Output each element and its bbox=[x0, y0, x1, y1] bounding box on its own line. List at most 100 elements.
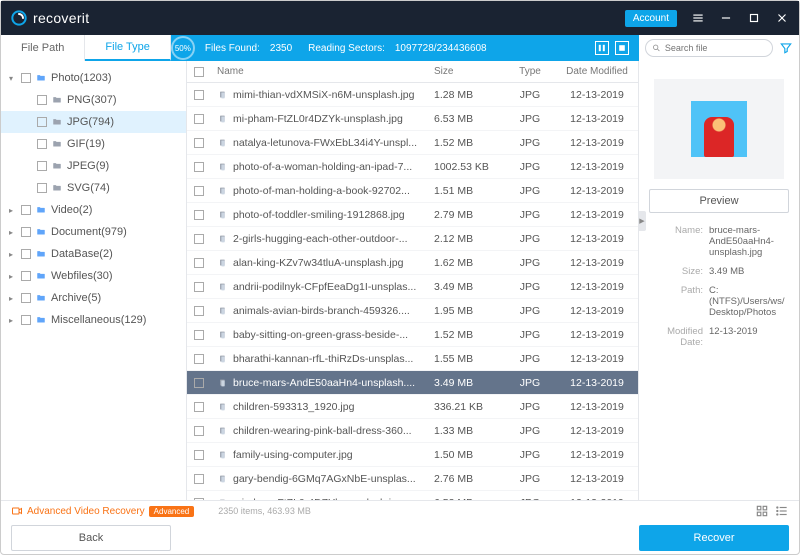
checkbox[interactable] bbox=[194, 162, 204, 172]
checkbox[interactable] bbox=[21, 227, 31, 237]
sidebar-item[interactable]: ▾Photo(1203) bbox=[1, 67, 186, 89]
checkbox[interactable] bbox=[194, 354, 204, 364]
file-type: JPG bbox=[504, 137, 556, 149]
menu-icon[interactable] bbox=[691, 11, 705, 25]
sidebar-item[interactable]: ▸Document(979) bbox=[1, 221, 186, 243]
sidebar-sub-item[interactable]: JPG(794) bbox=[1, 111, 186, 133]
checkbox[interactable] bbox=[37, 117, 47, 127]
list-view-icon[interactable] bbox=[775, 504, 789, 518]
stop-scan-button[interactable] bbox=[615, 41, 629, 55]
file-row[interactable]: mi-pham-FtZL0r4DZYk-unsplash.jpg 6.53 MB… bbox=[187, 491, 638, 500]
column-date[interactable]: Date Modified bbox=[556, 66, 638, 77]
checkbox[interactable] bbox=[21, 205, 31, 215]
tab-file-path[interactable]: File Path bbox=[1, 35, 85, 61]
sidebar-sub-item[interactable]: SVG(74) bbox=[1, 177, 186, 199]
maximize-icon[interactable] bbox=[747, 11, 761, 25]
sidebar-sub-item[interactable]: GIF(19) bbox=[1, 133, 186, 155]
minimize-icon[interactable] bbox=[719, 11, 733, 25]
sidebar-item[interactable]: ▸Video(2) bbox=[1, 199, 186, 221]
column-size[interactable]: Size bbox=[434, 66, 504, 77]
checkbox[interactable] bbox=[37, 95, 47, 105]
expand-arrow-icon[interactable]: ▸ bbox=[9, 228, 17, 237]
filter-icon[interactable] bbox=[779, 41, 793, 55]
ribbon: File Path File Type 50% Files Found: 235… bbox=[1, 35, 799, 61]
select-all-checkbox[interactable] bbox=[194, 67, 204, 77]
checkbox[interactable] bbox=[194, 90, 204, 100]
checkbox[interactable] bbox=[194, 450, 204, 460]
checkbox[interactable] bbox=[194, 258, 204, 268]
sidebar-label: JPEG(9) bbox=[67, 160, 109, 172]
checkbox[interactable] bbox=[37, 183, 47, 193]
sidebar-item[interactable]: ▸Miscellaneous(129) bbox=[1, 309, 186, 331]
file-row[interactable]: alan-king-KZv7w34tluA-unsplash.jpg 1.62 … bbox=[187, 251, 638, 275]
checkbox[interactable] bbox=[194, 114, 204, 124]
file-row[interactable]: photo-of-man-holding-a-book-92702... 1.5… bbox=[187, 179, 638, 203]
grid-view-icon[interactable] bbox=[755, 504, 769, 518]
sidebar-sub-item[interactable]: JPEG(9) bbox=[1, 155, 186, 177]
close-icon[interactable] bbox=[775, 11, 789, 25]
checkbox[interactable] bbox=[194, 402, 204, 412]
checkbox[interactable] bbox=[194, 234, 204, 244]
search-input-wrapper[interactable] bbox=[645, 39, 773, 57]
file-row[interactable]: bruce-mars-AndE50aaHn4-unsplash.... 3.49… bbox=[187, 371, 638, 395]
back-button[interactable]: Back bbox=[11, 525, 171, 551]
expand-arrow-icon[interactable]: ▸ bbox=[9, 250, 17, 259]
checkbox[interactable] bbox=[37, 139, 47, 149]
collapse-preview-button[interactable]: ▶ bbox=[639, 211, 646, 231]
file-row[interactable]: 2-girls-hugging-each-other-outdoor-... 2… bbox=[187, 227, 638, 251]
file-row[interactable]: gary-bendig-6GMq7AGxNbE-unsplas... 2.76 … bbox=[187, 467, 638, 491]
preview-button[interactable]: Preview bbox=[649, 189, 789, 213]
recover-button[interactable]: Recover bbox=[639, 525, 789, 551]
sidebar-label: SVG(74) bbox=[67, 182, 110, 194]
sidebar-item[interactable]: ▸DataBase(2) bbox=[1, 243, 186, 265]
logo-icon bbox=[11, 10, 27, 26]
expand-arrow-icon[interactable]: ▸ bbox=[9, 294, 17, 303]
column-name[interactable]: Name bbox=[211, 66, 434, 77]
checkbox[interactable] bbox=[194, 210, 204, 220]
expand-arrow-icon[interactable]: ▾ bbox=[9, 74, 17, 83]
checkbox[interactable] bbox=[37, 161, 47, 171]
expand-arrow-icon[interactable]: ▸ bbox=[9, 206, 17, 215]
sidebar-item[interactable]: ▸Archive(5) bbox=[1, 287, 186, 309]
pause-scan-button[interactable] bbox=[595, 41, 609, 55]
file-row[interactable]: family-using-computer.jpg 1.50 MB JPG 12… bbox=[187, 443, 638, 467]
checkbox[interactable] bbox=[194, 138, 204, 148]
tab-file-type[interactable]: File Type bbox=[85, 35, 170, 61]
file-row[interactable]: animals-avian-birds-branch-459326.... 1.… bbox=[187, 299, 638, 323]
file-row[interactable]: photo-of-toddler-smiling-1912868.jpg 2.7… bbox=[187, 203, 638, 227]
file-row[interactable]: andrii-podilnyk-CFpfEeaDg1I-unsplas... 3… bbox=[187, 275, 638, 299]
checkbox[interactable] bbox=[194, 474, 204, 484]
file-row[interactable]: baby-sitting-on-green-grass-beside-... 1… bbox=[187, 323, 638, 347]
sidebar-item[interactable]: ▸Webfiles(30) bbox=[1, 265, 186, 287]
checkbox[interactable] bbox=[194, 498, 204, 501]
file-date: 12-13-2019 bbox=[556, 137, 638, 149]
expand-arrow-icon[interactable]: ▸ bbox=[9, 272, 17, 281]
column-type[interactable]: Type bbox=[504, 66, 556, 77]
checkbox[interactable] bbox=[194, 306, 204, 316]
checkbox[interactable] bbox=[21, 293, 31, 303]
file-row[interactable]: mimi-thian-vdXMSiX-n6M-unsplash.jpg 1.28… bbox=[187, 83, 638, 107]
file-row[interactable]: children-593313_1920.jpg 336.21 KB JPG 1… bbox=[187, 395, 638, 419]
file-row[interactable]: natalya-letunova-FWxEbL34i4Y-unspl... 1.… bbox=[187, 131, 638, 155]
account-button[interactable]: Account bbox=[625, 10, 677, 27]
expand-arrow-icon[interactable]: ▸ bbox=[9, 316, 17, 325]
checkbox[interactable] bbox=[194, 330, 204, 340]
checkbox[interactable] bbox=[194, 378, 204, 388]
checkbox[interactable] bbox=[21, 249, 31, 259]
file-size: 3.49 MB bbox=[434, 281, 504, 293]
file-row[interactable]: photo-of-a-woman-holding-an-ipad-7... 10… bbox=[187, 155, 638, 179]
file-date: 12-13-2019 bbox=[556, 257, 638, 269]
checkbox[interactable] bbox=[194, 426, 204, 436]
advanced-video-recovery-link[interactable]: Advanced Video Recovery Advanced bbox=[11, 505, 194, 517]
file-name: natalya-letunova-FWxEbL34i4Y-unspl... bbox=[233, 137, 417, 149]
checkbox[interactable] bbox=[21, 315, 31, 325]
file-row[interactable]: children-wearing-pink-ball-dress-360... … bbox=[187, 419, 638, 443]
checkbox[interactable] bbox=[194, 282, 204, 292]
checkbox[interactable] bbox=[21, 73, 31, 83]
sidebar-sub-item[interactable]: PNG(307) bbox=[1, 89, 186, 111]
file-row[interactable]: mi-pham-FtZL0r4DZYk-unsplash.jpg 6.53 MB… bbox=[187, 107, 638, 131]
checkbox[interactable] bbox=[21, 271, 31, 281]
search-input[interactable] bbox=[665, 43, 766, 53]
checkbox[interactable] bbox=[194, 186, 204, 196]
file-row[interactable]: bharathi-kannan-rfL-thiRzDs-unsplas... 1… bbox=[187, 347, 638, 371]
